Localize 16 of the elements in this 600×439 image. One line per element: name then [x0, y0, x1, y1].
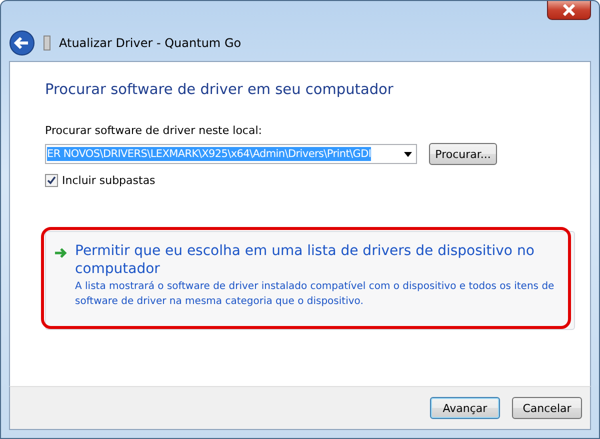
page-heading: Procurar software de driver em seu computador [45, 82, 394, 98]
command-link-description: A lista mostrará o software de driver instalado compatível com o dispositivo e todos os itens de software de driver na mesma categoria que o dispositivo. [75, 280, 556, 309]
window-title: Atualizar Driver - Quantum Go [59, 36, 242, 50]
dropdown-arrow-icon [404, 152, 412, 156]
next-button[interactable]: Avançar [430, 397, 500, 419]
arrow-icon [54, 247, 68, 259]
field-label: Procurar software de driver neste local: [45, 124, 263, 137]
cancel-button[interactable]: Cancelar [512, 397, 582, 419]
browse-button[interactable]: Procurar... [429, 143, 497, 165]
close-icon [562, 4, 576, 16]
checkbox[interactable] [45, 174, 58, 187]
back-button[interactable] [9, 30, 35, 56]
checkbox-label: Incluir subpastas [62, 174, 156, 187]
command-link-title: Permitir que eu escolha em uma lista de drivers de dispositivo no computador [75, 242, 536, 278]
close-button[interactable] [547, 1, 591, 20]
device-icon [43, 35, 51, 51]
